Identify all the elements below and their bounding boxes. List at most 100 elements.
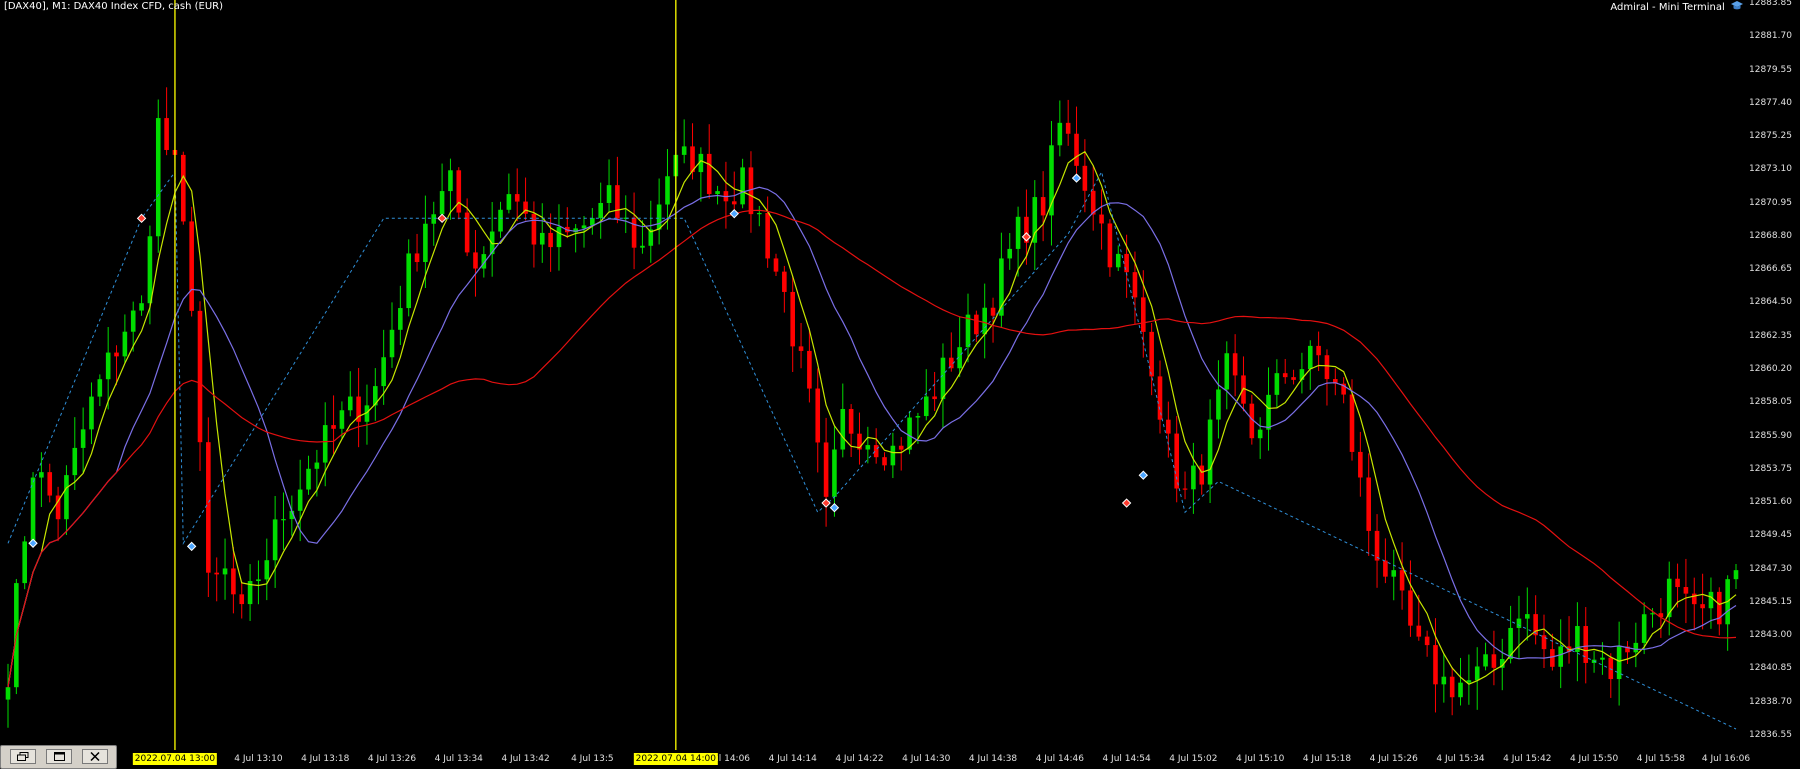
candle bbox=[389, 302, 395, 368]
candle bbox=[773, 253, 779, 276]
candle bbox=[306, 455, 311, 495]
candle bbox=[565, 207, 570, 239]
price-tick-label: 12845.15 bbox=[1749, 596, 1792, 607]
candle bbox=[473, 230, 478, 297]
candle bbox=[356, 367, 361, 448]
chart-title: [DAX40], M1: DAX40 Index CFD, cash (EUR) bbox=[4, 1, 223, 12]
chart-window[interactable]: [DAX40], M1: DAX40 Index CFD, cash (EUR)… bbox=[0, 0, 1800, 769]
candle bbox=[840, 383, 846, 458]
candle bbox=[1282, 358, 1288, 384]
price-axis[interactable]: 12883.85 12881.70 12879.55 12877.40 12875.25… bbox=[1744, 0, 1800, 769]
restore-window-button[interactable] bbox=[10, 749, 36, 764]
signal-marker-blue-diamond bbox=[729, 208, 739, 219]
time-tick-label: 4 Jul 13:5 bbox=[571, 754, 614, 764]
candle bbox=[1608, 653, 1614, 698]
time-tick-label: 4 Jul 15:58 bbox=[1636, 754, 1685, 764]
candle bbox=[72, 417, 78, 490]
candle bbox=[1216, 360, 1221, 439]
price-plot[interactable] bbox=[0, 0, 1744, 750]
candle bbox=[1082, 139, 1088, 213]
time-tick-label: 4 Jul 15:18 bbox=[1302, 754, 1352, 764]
candle bbox=[272, 496, 278, 588]
signal-marker-blue-diamond bbox=[186, 541, 197, 552]
time-tick-label: 4 Jul 16:06 bbox=[1701, 754, 1751, 764]
price-tick-label: 12883.85 bbox=[1749, 0, 1792, 8]
candle bbox=[1458, 657, 1463, 706]
price-tick-label: 12843.00 bbox=[1749, 630, 1792, 641]
signal-marker-red-diamond bbox=[1121, 498, 1132, 508]
candle bbox=[740, 158, 745, 209]
candle bbox=[1683, 558, 1689, 624]
candle bbox=[1525, 587, 1530, 641]
time-axis[interactable]: 2:384 Jul 12:4613:024 Jul 13:104 Jul 13:… bbox=[0, 750, 1750, 769]
candle bbox=[1007, 233, 1013, 270]
candle bbox=[147, 225, 153, 325]
candle bbox=[281, 492, 286, 551]
candle bbox=[297, 459, 303, 542]
candle bbox=[815, 368, 821, 473]
candle bbox=[55, 486, 61, 542]
candle bbox=[615, 156, 620, 224]
price-tick-label: 12881.70 bbox=[1749, 31, 1792, 42]
candle bbox=[974, 310, 979, 343]
candle bbox=[731, 171, 737, 216]
candle bbox=[247, 564, 253, 621]
candle bbox=[489, 202, 495, 277]
time-tick-label: 4 Jul 14:14 bbox=[768, 754, 817, 764]
candle bbox=[531, 201, 537, 268]
candle bbox=[798, 322, 804, 369]
zigzag-line bbox=[7, 170, 1737, 730]
moving-average-line bbox=[7, 186, 1737, 688]
candle bbox=[256, 560, 261, 605]
time-tick-label: 4 Jul 14:46 bbox=[1035, 754, 1084, 764]
candle bbox=[1633, 622, 1639, 668]
candle bbox=[706, 124, 712, 199]
candle bbox=[1333, 368, 1338, 396]
candle bbox=[1107, 219, 1113, 277]
candle bbox=[1391, 549, 1397, 601]
candle bbox=[347, 371, 353, 417]
candle bbox=[1032, 180, 1038, 270]
price-tick-label: 12877.40 bbox=[1749, 97, 1792, 108]
candle bbox=[1366, 453, 1371, 556]
candle bbox=[514, 168, 520, 222]
candle bbox=[898, 437, 904, 471]
candle bbox=[857, 412, 862, 465]
time-tick-label: 4 Jul 15:02 bbox=[1169, 754, 1218, 764]
candle bbox=[1241, 356, 1246, 412]
candle bbox=[1157, 360, 1163, 434]
candle bbox=[598, 182, 603, 239]
candle bbox=[80, 407, 86, 473]
candle bbox=[1625, 641, 1630, 664]
candle bbox=[1575, 602, 1580, 682]
candle bbox=[30, 472, 36, 545]
candle bbox=[1399, 542, 1405, 610]
candle bbox=[556, 204, 562, 271]
candle bbox=[539, 203, 545, 263]
time-tick-label: 4 Jul 13:10 bbox=[234, 754, 283, 764]
candle bbox=[181, 151, 186, 225]
time-tick-label: 4 Jul 14:38 bbox=[968, 754, 1018, 764]
candle bbox=[890, 432, 896, 479]
price-tick-label: 12870.95 bbox=[1749, 197, 1792, 208]
candle bbox=[1691, 577, 1697, 631]
close-window-button[interactable] bbox=[82, 749, 108, 764]
candle bbox=[1483, 642, 1488, 671]
price-tick-label: 12836.55 bbox=[1749, 729, 1792, 740]
candle bbox=[523, 177, 528, 221]
candle bbox=[965, 293, 971, 363]
candle bbox=[122, 314, 128, 363]
candle bbox=[456, 167, 462, 220]
candle bbox=[1174, 416, 1179, 503]
candle bbox=[1449, 666, 1455, 716]
time-tick-label: 4 Jul 15:34 bbox=[1436, 754, 1485, 764]
candle bbox=[431, 201, 437, 246]
time-tick-label: 4 Jul 13:26 bbox=[367, 754, 417, 764]
candle bbox=[498, 201, 503, 238]
candle bbox=[723, 161, 729, 229]
candle bbox=[89, 382, 94, 445]
maximize-window-button[interactable] bbox=[46, 749, 72, 764]
candle bbox=[932, 371, 937, 412]
candle bbox=[757, 205, 762, 227]
signal-marker-blue-diamond bbox=[28, 538, 38, 548]
